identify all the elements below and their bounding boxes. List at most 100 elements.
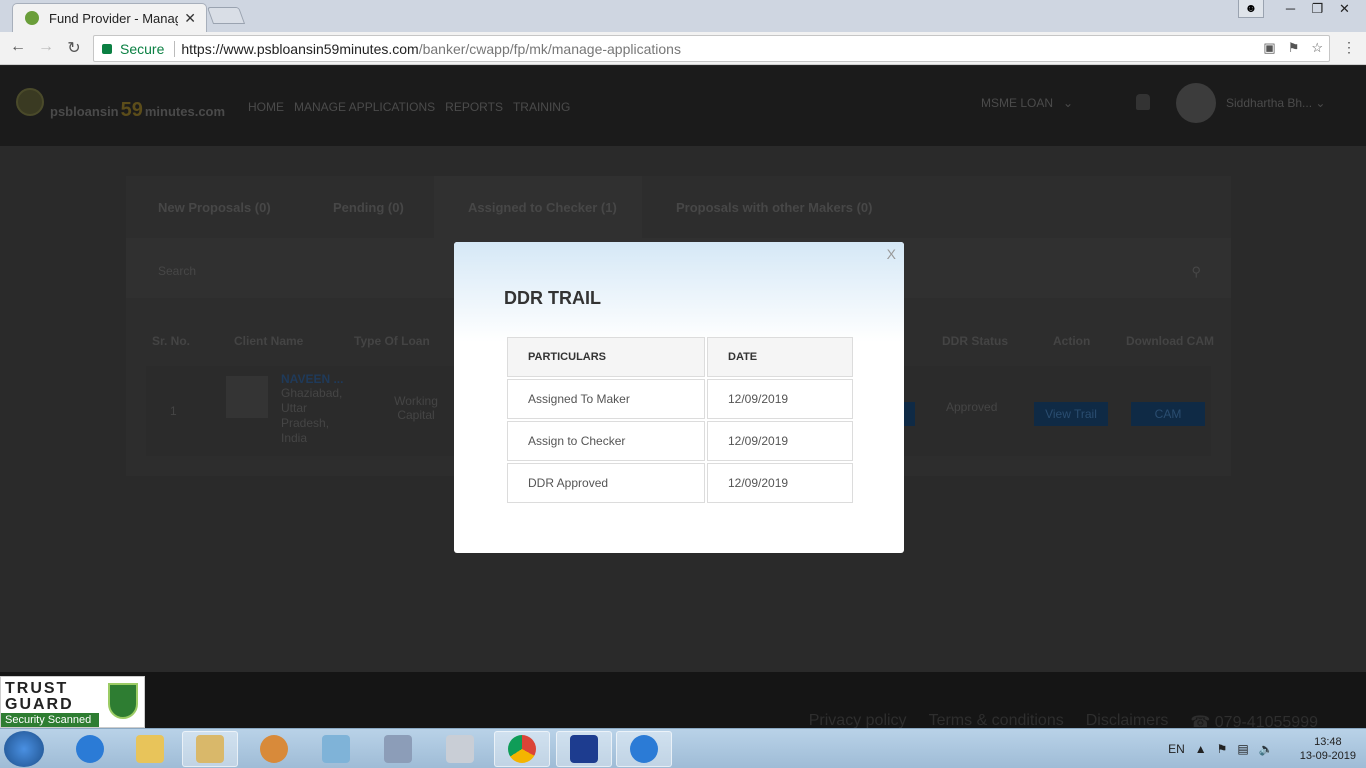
shield-icon <box>108 683 138 719</box>
client-thumbnail <box>226 376 268 418</box>
tab-assigned-to-checker[interactable]: Assigned to Checker (1) <box>468 200 617 215</box>
notification-bell-icon[interactable] <box>1136 94 1150 110</box>
modal-close-button[interactable]: X <box>887 246 896 262</box>
col-particulars: PARTICULARS <box>507 337 705 377</box>
date-cell: 12/09/2019 <box>707 421 853 461</box>
client-name-link[interactable]: NAVEEN ... <box>281 372 343 386</box>
language-indicator[interactable]: EN <box>1168 742 1185 756</box>
secure-label: Secure <box>120 40 165 57</box>
tab-new-proposals[interactable]: New Proposals (0) <box>158 200 271 215</box>
internet-explorer-window-icon[interactable] <box>616 731 672 767</box>
user-menu[interactable]: Siddhartha Bh... ⌄ <box>1226 96 1325 110</box>
close-window-icon[interactable]: ✕ <box>1331 0 1358 20</box>
calculator-icon[interactable] <box>432 731 488 767</box>
nav-training[interactable]: TRAINING <box>513 100 570 114</box>
table-header-row: PARTICULARS DATE <box>507 337 853 377</box>
date-cell: 12/09/2019 <box>707 379 853 419</box>
browser-toolbar: ← → ↻ Secure https://www.psbloansin59min… <box>0 32 1366 65</box>
bookmark-star-icon[interactable]: ☆ <box>1311 40 1323 56</box>
modal-title: DDR TRAIL <box>504 288 601 308</box>
particulars-cell: DDR Approved <box>507 463 705 503</box>
particulars-cell: Assigned To Maker <box>507 379 705 419</box>
scanner-icon[interactable] <box>370 731 426 767</box>
logo-emblem-icon <box>16 88 44 116</box>
browser-menu-icon[interactable]: ⋮ <box>1342 39 1356 56</box>
main-nav: HOME MANAGE APPLICATIONS REPORTS TRAININ… <box>248 100 570 114</box>
user-chevron-icon: ⌄ <box>1315 96 1326 110</box>
browser-tab[interactable]: Fund Provider - Manage ✕ <box>12 3 207 32</box>
logo-text-2: 59 <box>120 99 143 121</box>
loan-type-dropdown[interactable]: MSME LOAN ⌄ <box>981 96 1073 110</box>
browser-tab-bar: Fund Provider - Manage ✕ ☻ ─ ❐ ✕ <box>0 0 1366 32</box>
iw-app-icon[interactable] <box>556 731 612 767</box>
user-name: Siddhartha Bh... <box>1226 96 1313 110</box>
site-footer: Privacy policy Terms & conditions Discla… <box>0 672 1366 731</box>
folder-window-icon[interactable] <box>182 731 238 767</box>
tab-close-icon[interactable]: ✕ <box>184 10 196 27</box>
trustguard-badge[interactable]: TRUST GUARD Security Scanned <box>0 676 145 728</box>
avatar[interactable] <box>1176 83 1216 123</box>
search-icon[interactable]: ⚲ <box>1191 264 1201 280</box>
particulars-cell: Assign to Checker <box>507 421 705 461</box>
trustguard-subtitle: Security Scanned <box>1 713 99 727</box>
reload-icon[interactable]: ↻ <box>64 38 84 58</box>
site-logo[interactable]: psbloansin 59 minutes.com <box>16 88 225 122</box>
loan-type-value: Working Capital <box>394 394 438 422</box>
clock-date: 13-09-2019 <box>1299 750 1356 762</box>
start-button[interactable] <box>4 731 44 767</box>
cam-download-button[interactable]: CAM <box>1131 402 1205 426</box>
col-ddr-status: DDR Status <box>942 334 1009 348</box>
client-location: Ghaziabad, Uttar Pradesh, India <box>281 386 343 445</box>
col-action: Action <box>1053 334 1091 348</box>
nav-reports[interactable]: REPORTS <box>445 100 503 114</box>
clock-time: 13:48 <box>1314 736 1342 748</box>
internet-explorer-icon[interactable] <box>62 731 118 767</box>
ddr-status-value: Approved <box>946 400 998 414</box>
tab-proposals-other-makers[interactable]: Proposals with other Makers (0) <box>676 200 873 215</box>
col-download-cam: Download CAM <box>1126 334 1214 348</box>
lock-icon <box>102 43 112 54</box>
table-row: Assign to Checker 12/09/2019 <box>507 421 853 461</box>
notepad-icon[interactable] <box>308 731 364 767</box>
col-sr-no: Sr. No. <box>152 334 191 348</box>
trustguard-title: TRUST GUARD <box>5 680 74 713</box>
new-tab-button[interactable] <box>206 7 246 24</box>
view-trail-button[interactable]: View Trail <box>1034 402 1108 426</box>
tray-expand-icon[interactable]: ▲ <box>1195 742 1207 756</box>
address-bar[interactable]: Secure https://www.psbloansin59minutes.c… <box>93 35 1330 62</box>
site-header: psbloansin 59 minutes.com HOME MANAGE AP… <box>0 66 1366 146</box>
back-icon[interactable]: ← <box>8 38 28 56</box>
network-icon[interactable]: ▤ <box>1237 742 1248 756</box>
chrome-icon[interactable] <box>494 731 550 767</box>
nav-home[interactable]: HOME <box>248 100 284 114</box>
date-cell: 12/09/2019 <box>707 463 853 503</box>
profile-icon[interactable]: ☻ <box>1238 0 1264 18</box>
file-explorer-icon[interactable] <box>122 731 178 767</box>
tab-title: Fund Provider - Manage <box>49 10 179 26</box>
extension-icon[interactable]: ⚑ <box>1288 40 1300 56</box>
paint-icon[interactable] <box>246 731 302 767</box>
restore-icon[interactable]: ❐ <box>1304 0 1331 20</box>
chevron-down-icon: ⌄ <box>1056 96 1074 110</box>
col-type-of-loan: Type Of Loan <box>354 334 430 348</box>
logo-text-3: minutes.com <box>144 104 226 119</box>
logo-text-1: psbloansin <box>50 104 119 119</box>
ddr-trail-modal: X DDR TRAIL PARTICULARS DATE Assigned To… <box>454 242 904 553</box>
forward-icon[interactable]: → <box>36 38 56 56</box>
search-input[interactable]: Search <box>158 264 196 278</box>
volume-muted-icon[interactable]: 🔈 <box>1259 742 1274 756</box>
popup-blocked-icon[interactable]: ▣ <box>1263 40 1275 56</box>
windows-taskbar: EN ▲ ⚑ ▤ 🔈 13:48 13-09-2019 <box>0 728 1366 768</box>
col-date: DATE <box>707 337 853 377</box>
table-row: DDR Approved 12/09/2019 <box>507 463 853 503</box>
action-center-icon[interactable]: ⚑ <box>1217 742 1228 756</box>
row-sr-no: 1 <box>170 404 177 418</box>
url-path: /banker/cwapp/fp/mk/manage-applications <box>418 40 681 57</box>
favicon-icon <box>25 11 39 25</box>
ddr-trail-table: PARTICULARS DATE Assigned To Maker 12/09… <box>505 335 855 505</box>
minimize-icon[interactable]: ─ <box>1277 0 1304 20</box>
clock[interactable]: 13:48 13-09-2019 <box>1300 735 1356 763</box>
tab-pending[interactable]: Pending (0) <box>333 200 404 215</box>
nav-manage-applications[interactable]: MANAGE APPLICATIONS <box>294 100 435 114</box>
col-client-name: Client Name <box>234 334 304 348</box>
